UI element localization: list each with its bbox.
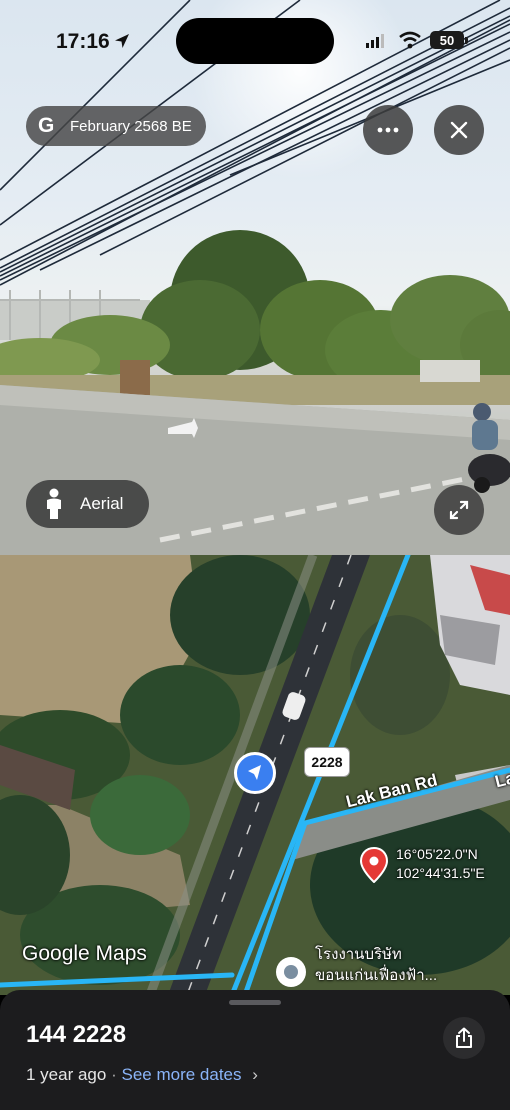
battery-icon: 50 [430, 31, 464, 49]
aerial-button[interactable]: Aerial [26, 480, 149, 528]
google-g-logo: G [38, 114, 55, 137]
battery-cap [465, 37, 468, 44]
expand-icon [449, 500, 469, 520]
see-more-dates-link[interactable]: See more dates [121, 1065, 241, 1084]
close-icon [450, 121, 468, 139]
signal-icon [366, 34, 384, 48]
street-view-panorama[interactable]: 17:16 50 G February 2568 BE Aerial [0, 0, 510, 555]
more-icon [377, 127, 399, 133]
navigation-arrow-icon [248, 765, 261, 780]
info-bottom-sheet[interactable]: 144 2228 1 year ago · See more dates › [0, 990, 510, 1110]
sheet-grabber[interactable] [229, 1000, 281, 1005]
poi-name-line-2: ขอนแก่นเฟื่องฟ้า... [315, 967, 438, 984]
wifi-icon [399, 31, 421, 49]
expand-button[interactable] [434, 485, 484, 535]
location-arrow-icon [115, 34, 129, 48]
street-view-position-marker[interactable] [234, 752, 276, 794]
street-scene [0, 0, 510, 555]
roadside-sign [120, 360, 150, 395]
poi-name-line-1: โรงงานบริษัท [315, 946, 402, 963]
imagery-age-row: 1 year ago · See more dates › [26, 1065, 258, 1085]
capture-date-chip[interactable]: G February 2568 BE [26, 106, 206, 146]
pin-coordinates: 16°05'22.0"N 102°44'31.5"E [396, 845, 485, 883]
share-icon [456, 1027, 472, 1048]
location-title: 144 2228 [26, 1021, 127, 1048]
imagery-age: 1 year ago [26, 1065, 107, 1084]
aerial-label: Aerial [80, 494, 124, 513]
location-pin-icon[interactable] [360, 847, 388, 883]
capture-date: February 2568 BE [70, 117, 192, 135]
poi-icon[interactable] [276, 957, 306, 987]
roadside-house [420, 360, 480, 382]
share-button[interactable] [443, 1017, 485, 1059]
chevron-right-icon[interactable]: › [252, 1065, 258, 1084]
person-icon [47, 488, 61, 519]
more-button[interactable] [363, 105, 413, 155]
route-shield: 2228 [305, 748, 349, 776]
poi-label[interactable]: โรงงานบริษัท ขอนแก่นเฟื่องฟ้า... [315, 944, 437, 986]
close-button[interactable] [434, 105, 484, 155]
satellite-map[interactable]: 2228 Lak Ban Rd La 16°05'22.0"N 102°44'3… [0, 555, 510, 995]
dynamic-island [176, 18, 334, 64]
separator-dot: · [111, 1065, 117, 1084]
longitude: 102°44'31.5"E [396, 865, 485, 881]
status-bar: 17:16 50 [0, 0, 510, 80]
latitude: 16°05'22.0"N [396, 846, 478, 862]
status-time: 17:16 [56, 30, 110, 53]
google-maps-wordmark: Google Maps [22, 942, 147, 965]
